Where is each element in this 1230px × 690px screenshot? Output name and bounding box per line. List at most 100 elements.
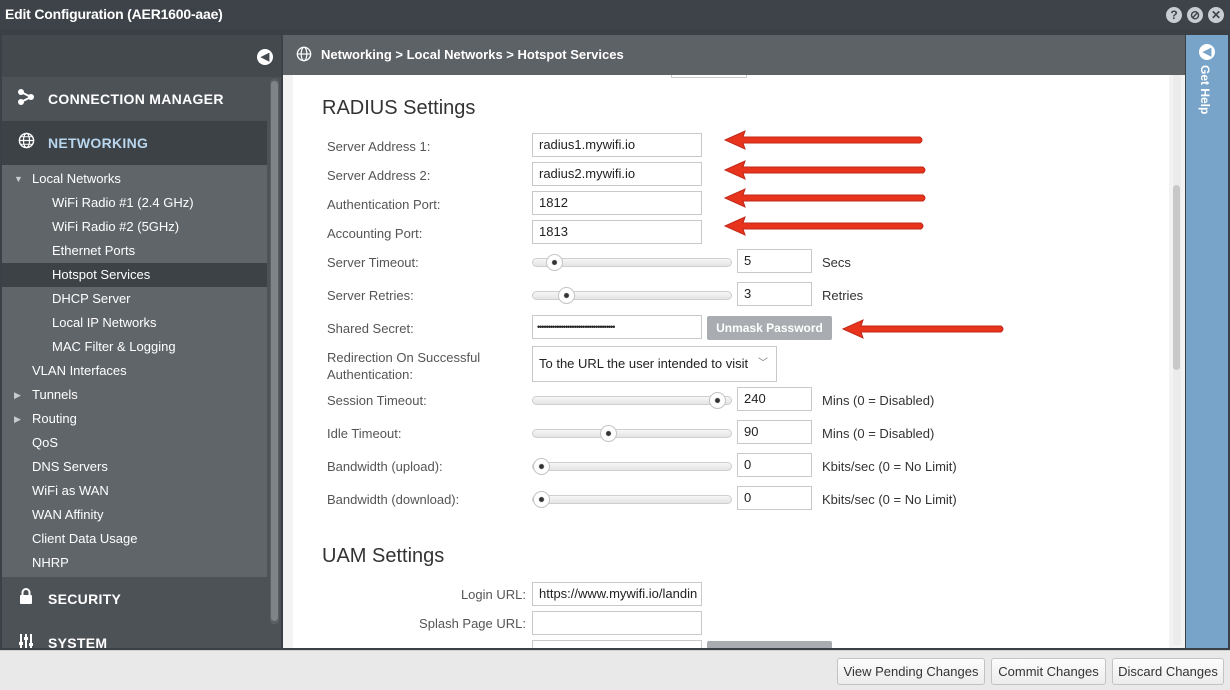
server-address-1-label: Server Address 1:: [327, 139, 431, 154]
sidebar-scrollbar[interactable]: [270, 79, 279, 624]
sidebar-item-dns-servers[interactable]: DNS Servers: [2, 455, 267, 479]
chevron-down-icon: ﹀: [758, 358, 768, 369]
server-timeout-unit: Secs: [822, 255, 851, 270]
sidebar-item-wifi-radio-2-5ghz[interactable]: WiFi Radio #2 (5GHz): [2, 215, 267, 239]
get-help-panel[interactable]: ◀ Get Help: [1186, 35, 1228, 648]
disable-icon[interactable]: ⊘: [1187, 7, 1203, 23]
caret-right-icon[interactable]: ▶: [14, 383, 21, 407]
sidebar-item-wifi-radio-1-2-4-ghz[interactable]: WiFi Radio #1 (2.4 GHz): [2, 191, 267, 215]
sidebar-item-label: MAC Filter & Logging: [52, 339, 176, 354]
sidebar-section-label: NETWORKING: [48, 135, 149, 151]
idle-timeout-input[interactable]: 90: [737, 420, 812, 444]
annotation-arrows: [723, 130, 926, 236]
help-icon[interactable]: ?: [1166, 7, 1182, 23]
slider-handle[interactable]: [533, 491, 550, 508]
bandwidth-upload-input[interactable]: 0: [737, 453, 812, 477]
sidebar-item-label: Ethernet Ports: [52, 243, 136, 258]
view-pending-changes-button[interactable]: View Pending Changes: [837, 658, 985, 685]
session-timeout-input[interactable]: 240: [737, 387, 812, 411]
server-retries-label: Server Retries:: [327, 288, 414, 303]
sidebar-item-routing[interactable]: ▶ Routing: [2, 407, 267, 431]
slider-handle[interactable]: [599, 425, 617, 442]
sidebar-item-wifi-as-wan[interactable]: WiFi as WAN: [2, 479, 267, 503]
get-help-label[interactable]: Get Help: [1198, 65, 1212, 114]
redirection-label: Redirection On Successful Authentication…: [327, 350, 481, 382]
bandwidth-upload-slider[interactable]: [532, 458, 732, 475]
unmask-password-button[interactable]: Unmask Password: [707, 316, 832, 340]
unmask-password-button-partial[interactable]: [707, 641, 832, 648]
server-timeout-input[interactable]: 5: [737, 249, 812, 273]
sidebar-item-nhrp[interactable]: NHRP: [2, 551, 267, 575]
bandwidth-download-unit: Kbits/sec (0 = No Limit): [822, 492, 957, 507]
sidebar-section-security[interactable]: SECURITY: [2, 577, 267, 621]
radius-settings-heading: RADIUS Settings: [322, 97, 476, 119]
login-url-input[interactable]: https://www.mywifi.io/landin: [532, 582, 702, 606]
sidebar-item-dhcp-server[interactable]: DHCP Server: [2, 287, 267, 311]
authentication-port-input[interactable]: 1812: [532, 191, 702, 215]
shared-secret-input-partial[interactable]: [532, 640, 702, 648]
uam-settings-heading: UAM Settings: [322, 545, 445, 567]
sidebar-section-connection-manager[interactable]: CONNECTION MANAGER: [2, 77, 267, 121]
caret-right-icon[interactable]: ▶: [14, 407, 21, 431]
main-panel: Networking > Local Networks > Hotspot Se…: [283, 35, 1185, 648]
sidebar-item-local-ip-networks[interactable]: Local IP Networks: [2, 311, 267, 335]
sidebar-item-client-data-usage[interactable]: Client Data Usage: [2, 527, 267, 551]
sidebar-item-wan-affinity[interactable]: WAN Affinity: [2, 503, 267, 527]
idle-timeout-slider[interactable]: [532, 425, 732, 442]
sidebar-section-system[interactable]: SYSTEM: [2, 621, 267, 648]
chevron-left-icon[interactable]: ◀: [1199, 44, 1215, 60]
lock-icon: [16, 588, 36, 610]
server-timeout-label: Server Timeout:: [327, 255, 419, 270]
slider-handle[interactable]: [558, 287, 576, 304]
discard-changes-button[interactable]: Discard Changes: [1112, 658, 1224, 685]
sidebar-item-vlan-interfaces[interactable]: VLAN Interfaces: [2, 359, 267, 383]
accounting-port-input[interactable]: 1813: [532, 220, 702, 244]
sidebar-section-label: SYSTEM: [48, 635, 108, 648]
session-timeout-unit: Mins (0 = Disabled): [822, 393, 935, 408]
sidebar-item-tunnels[interactable]: ▶ Tunnels: [2, 383, 267, 407]
bandwidth-download-slider[interactable]: [532, 491, 732, 508]
slider-handle[interactable]: [545, 254, 563, 271]
globe-icon: [16, 132, 36, 154]
close-icon[interactable]: ✕: [1208, 7, 1224, 23]
footer-bar: View Pending Changes Commit Changes Disc…: [0, 650, 1230, 690]
sidebar-item-label: DHCP Server: [52, 291, 131, 306]
chevron-left-icon[interactable]: ◀: [257, 49, 273, 65]
sidebar-item-label: Routing: [32, 411, 77, 426]
idle-timeout-label: Idle Timeout:: [327, 426, 402, 441]
slider-handle[interactable]: [533, 458, 550, 475]
authentication-port-label: Authentication Port:: [327, 197, 441, 212]
shared-secret-input[interactable]: ••••••••••••••••••••••••••••••••••••: [532, 315, 702, 339]
sidebar-item-hotspot-services[interactable]: Hotspot Services: [2, 263, 267, 287]
shared-secret-label: Shared Secret:: [327, 321, 414, 336]
server-retries-input[interactable]: 3: [737, 282, 812, 306]
bandwidth-download-label: Bandwidth (download):: [327, 492, 460, 507]
idle-timeout-unit: Mins (0 = Disabled): [822, 426, 935, 441]
slider-handle[interactable]: [708, 392, 726, 409]
server-retries-slider[interactable]: [532, 287, 732, 304]
window-titlebar: Edit Configuration (AER1600-aae) ? ⊘ ✕: [0, 0, 1230, 30]
commit-changes-button[interactable]: Commit Changes: [991, 658, 1106, 685]
sliders-icon: [16, 633, 36, 649]
sidebar-item-qos[interactable]: QoS: [2, 431, 267, 455]
sidebar-item-mac-filter-logging[interactable]: MAC Filter & Logging: [2, 335, 267, 359]
sidebar-section-networking[interactable]: NETWORKING: [2, 121, 267, 165]
server-timeout-slider[interactable]: [532, 254, 732, 271]
redirection-select[interactable]: To the URL the user intended to visit ﹀: [532, 346, 777, 382]
splash-page-url-input[interactable]: [532, 611, 702, 635]
bandwidth-download-input[interactable]: 0: [737, 486, 812, 510]
server-address-2-input[interactable]: radius2.mywifi.io: [532, 162, 702, 186]
sidebar-item-label: DNS Servers: [32, 459, 108, 474]
main-scrollbar[interactable]: [1173, 75, 1181, 645]
session-timeout-slider[interactable]: [532, 392, 732, 409]
server-address-2-label: Server Address 2:: [327, 168, 431, 183]
sidebar-item-ethernet-ports[interactable]: Ethernet Ports: [2, 239, 267, 263]
splash-page-url-label: Splash Page URL:: [419, 616, 526, 631]
accounting-port-label: Accounting Port:: [327, 226, 423, 241]
breadcrumb: Networking > Local Networks > Hotspot Se…: [321, 47, 624, 62]
sidebar-item-label: WiFi Radio #2 (5GHz): [52, 219, 180, 234]
caret-down-icon[interactable]: ▼: [14, 167, 23, 191]
server-address-1-input[interactable]: radius1.mywifi.io: [532, 133, 702, 157]
sidebar-item-local-networks[interactable]: ▼ Local Networks: [2, 167, 267, 191]
server-retries-unit: Retries: [822, 288, 864, 303]
